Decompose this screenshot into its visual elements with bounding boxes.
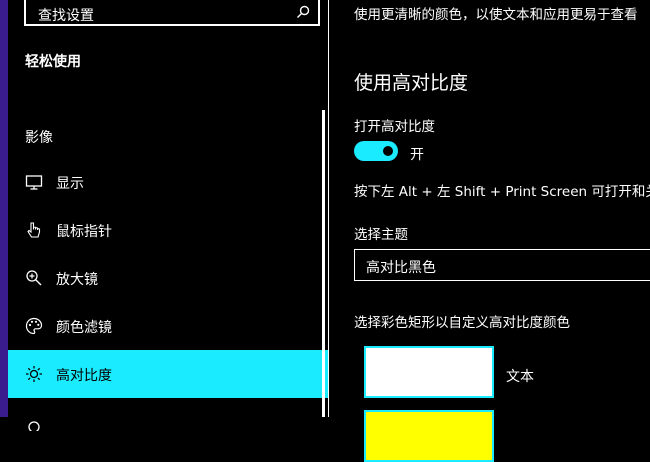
sidebar-item-magnifier[interactable]: 放大镜 xyxy=(8,254,328,302)
toggle-label: 打开高对比度 xyxy=(354,119,435,135)
toggle-state-text: 开 xyxy=(410,147,424,163)
high-contrast-toggle[interactable] xyxy=(354,141,398,161)
group-title: 影像 xyxy=(25,130,53,146)
page-description: 使用更清晰的颜色，以使文本和应用更易于查看 xyxy=(354,7,638,23)
section-title: 轻松使用 xyxy=(25,54,81,70)
text-color-swatch[interactable] xyxy=(364,346,494,398)
theme-label: 选择主题 xyxy=(354,227,408,243)
sidebar-item-color-filters[interactable]: 颜色滤镜 xyxy=(8,302,328,350)
theme-dropdown-value: 高对比黑色 xyxy=(366,260,436,276)
toggle-knob xyxy=(383,146,393,156)
shortcut-text: 按下左 Alt + 左 Shift + Print Screen 可打开和关闭 xyxy=(354,184,650,200)
customize-label: 选择彩色矩形以自定义高对比度颜色 xyxy=(354,315,570,331)
search-placeholder: 查找设置 xyxy=(38,8,94,24)
swatch-label-text: 文本 xyxy=(506,369,534,385)
sidebar-item-label: 显示 xyxy=(56,176,84,192)
hyperlink-color-swatch[interactable] xyxy=(364,410,494,462)
sidebar-item-display[interactable]: 显示 xyxy=(8,158,328,206)
sidebar-item-next[interactable] xyxy=(8,398,328,446)
brightness-icon xyxy=(26,366,42,382)
sidebar-scrollbar[interactable] xyxy=(322,110,325,417)
sidebar: 查找设置 轻松使用 影像 显示 鼠标指针 放大镜 颜色滤镜 高对比度 xyxy=(8,0,329,431)
sidebar-item-high-contrast[interactable]: 高对比度 xyxy=(8,350,328,398)
sidebar-item-mouse-pointer[interactable]: 鼠标指针 xyxy=(8,206,328,254)
window-left-edge xyxy=(0,0,8,417)
magnifier-icon xyxy=(26,270,42,286)
mouse-pointer-icon xyxy=(27,222,41,238)
search-input[interactable]: 查找设置 xyxy=(24,0,320,26)
sidebar-item-label: 高对比度 xyxy=(56,368,112,384)
search-icon[interactable] xyxy=(296,5,310,19)
partial-icon xyxy=(28,421,40,431)
sidebar-item-label: 放大镜 xyxy=(56,272,98,288)
theme-dropdown[interactable]: 高对比黑色 xyxy=(354,249,650,281)
sidebar-item-label: 颜色滤镜 xyxy=(56,320,112,336)
main-panel: 使用更清晰的颜色，以使文本和应用更易于查看 使用高对比度 打开高对比度 开 按下… xyxy=(329,0,650,462)
color-filter-icon xyxy=(25,317,43,335)
page-heading: 使用高对比度 xyxy=(354,72,469,94)
sidebar-item-label: 鼠标指针 xyxy=(56,224,112,240)
monitor-icon xyxy=(25,175,43,190)
